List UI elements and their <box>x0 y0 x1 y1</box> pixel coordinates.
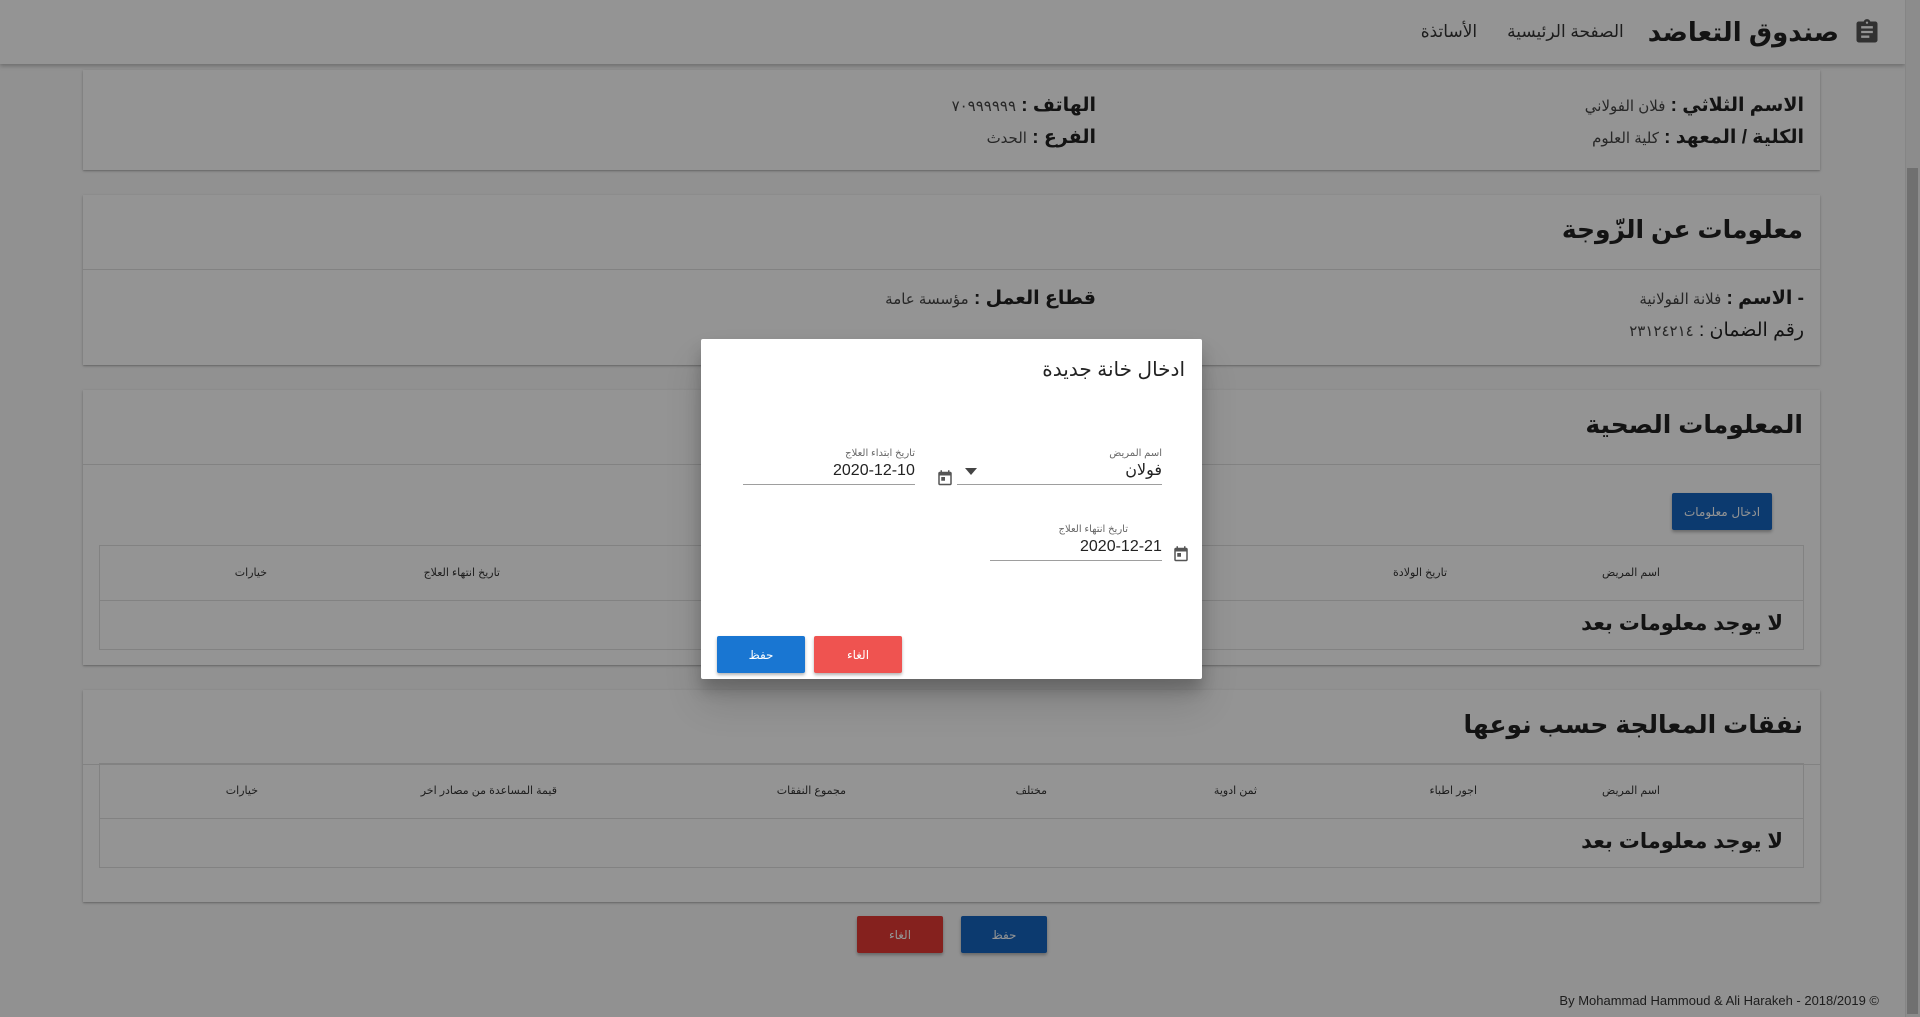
start-date-label: تاريخ ابتداء العلاج <box>845 448 915 459</box>
patient-select-field[interactable]: اسم المريض فولان <box>957 448 1162 485</box>
end-date-field[interactable]: تاريخ انتهاء العلاج 2020-12-21 <box>990 524 1188 562</box>
dropdown-arrow-icon[interactable] <box>965 468 977 475</box>
calendar-icon[interactable] <box>1172 545 1190 564</box>
patient-select[interactable]: فولان <box>957 459 1162 485</box>
dialog-cancel-button[interactable]: الغاء <box>814 636 902 673</box>
patient-label: اسم المريض <box>1109 448 1162 459</box>
dialog-title: ادخال خانة جديدة <box>1042 359 1185 381</box>
start-date-value: 2020-12-10 <box>833 462 915 479</box>
dialog-save-button[interactable]: حفظ <box>717 636 805 673</box>
end-date-value: 2020-12-21 <box>1080 538 1162 555</box>
new-entry-dialog: ادخال خانة جديدة اسم المريض فولان تاريخ … <box>701 339 1202 679</box>
end-date-label: تاريخ انتهاء العلاج <box>1058 524 1128 535</box>
calendar-icon[interactable] <box>936 469 954 488</box>
start-date-input[interactable]: 2020-12-10 <box>743 459 915 485</box>
start-date-field[interactable]: تاريخ ابتداء العلاج 2020-12-10 <box>743 448 952 486</box>
patient-value: فولان <box>1125 462 1162 479</box>
end-date-input[interactable]: 2020-12-21 <box>990 535 1162 561</box>
